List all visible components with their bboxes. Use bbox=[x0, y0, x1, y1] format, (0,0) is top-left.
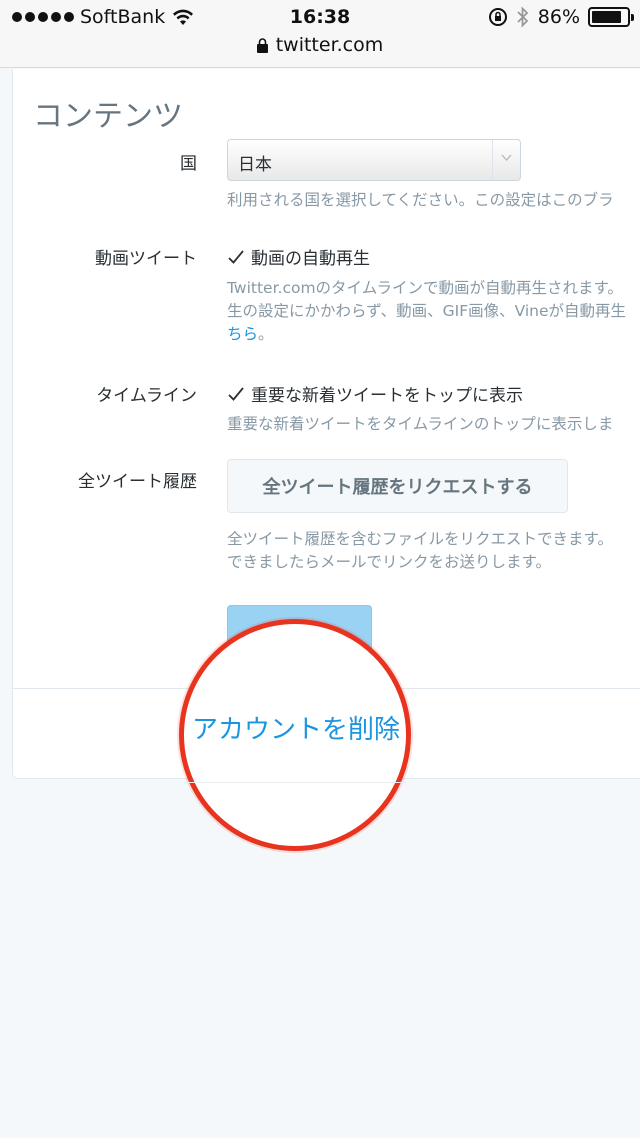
url-text: twitter.com bbox=[275, 34, 384, 56]
request-archive-button[interactable]: 全ツイート履歴をリクエストする bbox=[227, 459, 568, 513]
autoplay-checkbox[interactable]: 動画の自動再生 bbox=[227, 244, 370, 269]
video-help-line1: Twitter.comのタイムラインで動画が自動再生されます。 bbox=[227, 279, 623, 297]
status-right: 86% bbox=[488, 6, 634, 28]
rotation-lock-icon bbox=[488, 8, 507, 26]
video-help: Twitter.comのタイムラインで動画が自動再生されます。 生の設定にかかわ… bbox=[227, 277, 626, 346]
country-label: 国 bbox=[180, 154, 197, 174]
timeline-checkbox[interactable]: 重要な新着ツイートをトップに表示 bbox=[227, 381, 523, 406]
checkmark-icon bbox=[228, 249, 244, 264]
timeline-help: 重要な新着ツイートをタイムラインのトップに表示しま bbox=[227, 415, 614, 433]
archive-help-line2: できましたらメールでリンクをお送りします。 bbox=[227, 553, 551, 571]
section-title: コンテンツ bbox=[33, 99, 183, 134]
country-select[interactable]: 日本 bbox=[227, 139, 521, 181]
video-help-link[interactable]: ちら bbox=[227, 325, 258, 343]
video-help-suffix: 。 bbox=[258, 325, 274, 343]
video-help-line2: 生の設定にかかわらず、動画、GIF画像、Vineが自動再生 bbox=[227, 302, 627, 320]
archive-help: 全ツイート履歴を含むファイルをリクエストできます。 できましたらメールでリンクを… bbox=[227, 528, 613, 574]
country-selected-value: 日本 bbox=[238, 155, 272, 175]
archive-help-line1: 全ツイート履歴を含むファイルをリクエストできます。 bbox=[227, 530, 613, 548]
video-tweet-label: 動画ツイート bbox=[95, 249, 197, 269]
lock-icon bbox=[256, 37, 268, 53]
archive-label: 全ツイート履歴 bbox=[78, 472, 197, 492]
status-bar: SoftBank 16:38 86% twitter.com bbox=[0, 0, 640, 68]
autoplay-label: 動画の自動再生 bbox=[251, 249, 370, 269]
timeline-checkbox-label: 重要な新着ツイートをトップに表示 bbox=[251, 386, 523, 406]
bluetooth-icon bbox=[517, 6, 529, 28]
checkmark-icon bbox=[228, 386, 244, 401]
country-help: 利用される国を選択してください。この設定はこのブラ bbox=[227, 191, 614, 209]
delete-account-link[interactable]: アカウントを削除 bbox=[192, 709, 402, 746]
address-bar[interactable]: twitter.com bbox=[0, 34, 640, 56]
timeline-label: タイムライン bbox=[96, 386, 197, 406]
battery-percentage: 86% bbox=[537, 6, 580, 28]
battery-icon bbox=[588, 7, 634, 27]
chevron-down-icon bbox=[501, 154, 512, 161]
